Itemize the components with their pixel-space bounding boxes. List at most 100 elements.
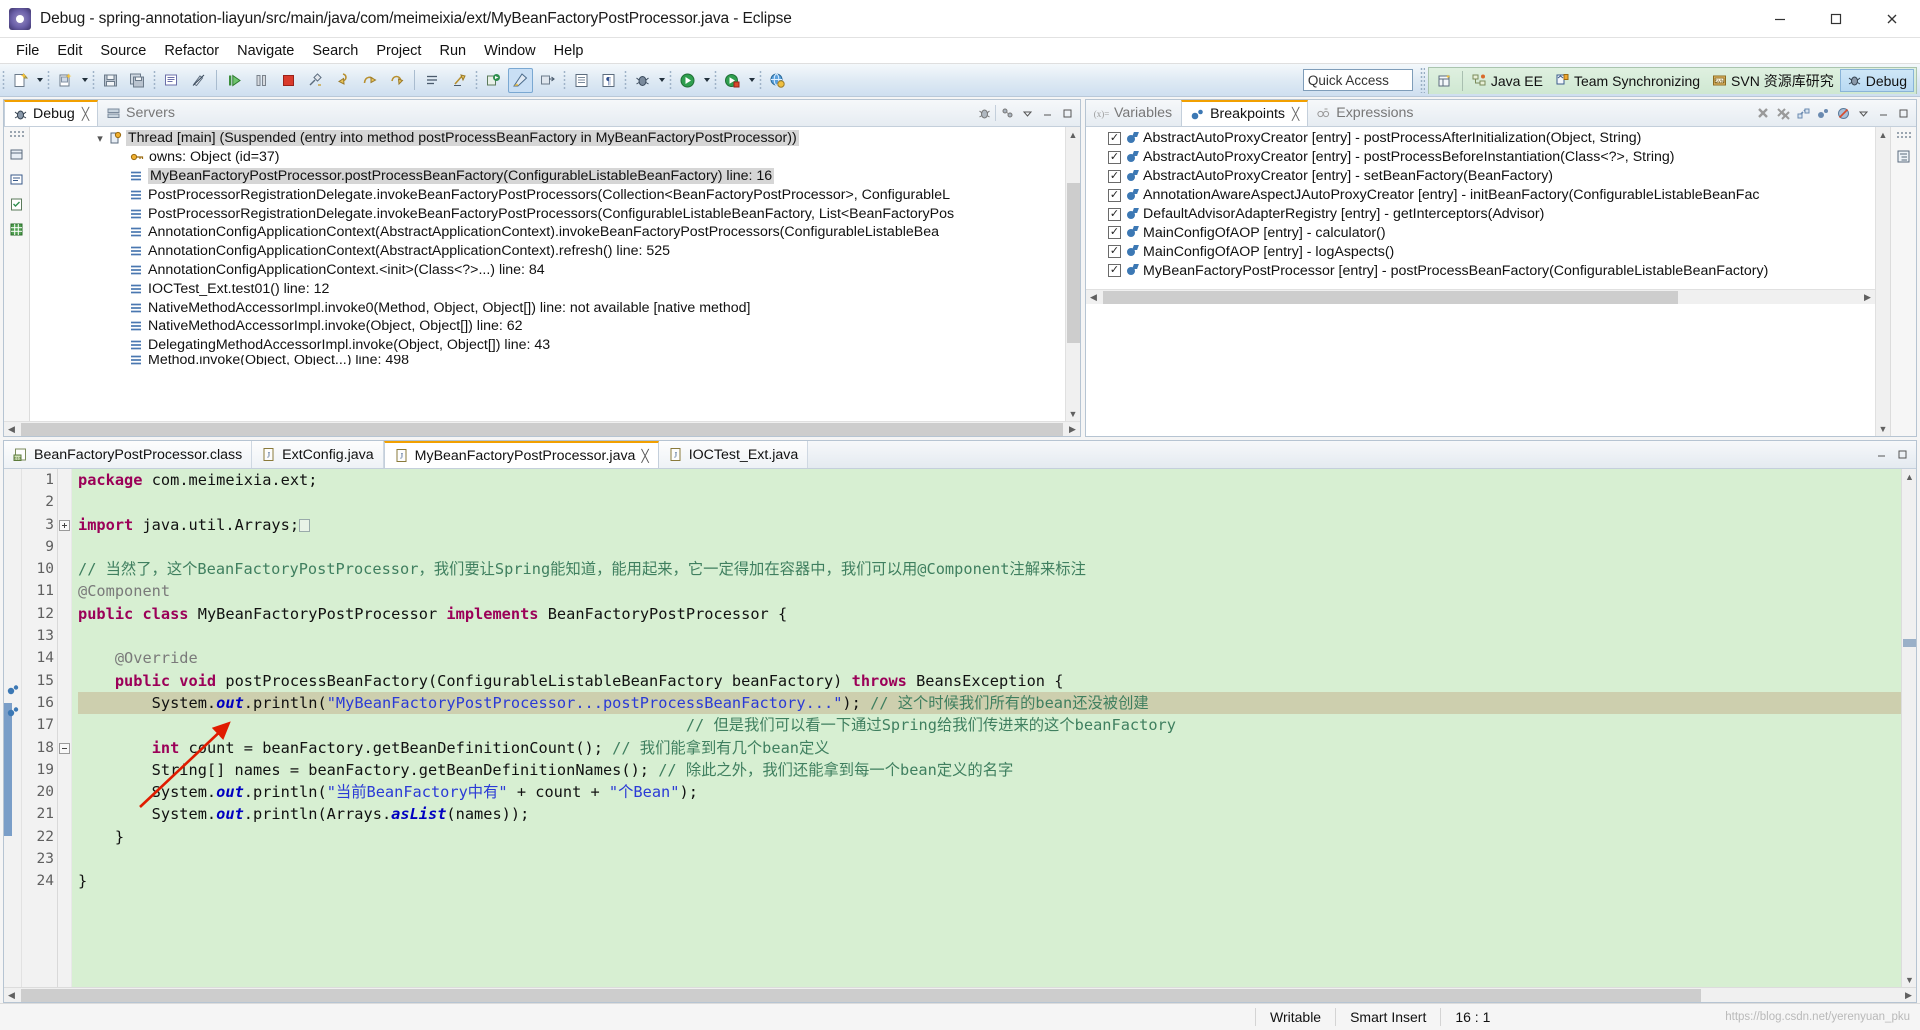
print-icon[interactable] — [159, 68, 184, 93]
editor-maximize-icon[interactable] — [1893, 445, 1911, 465]
close-button[interactable] — [1864, 0, 1920, 37]
scroll-right-arrow-icon[interactable]: ▶ — [1860, 290, 1875, 305]
stack-frame-row[interactable]: DelegatingMethodAccessorImpl.invoke(Obje… — [30, 336, 1065, 355]
breakpoint-row[interactable]: ✓ MainConfigOfAOP [entry] - calculator() — [1086, 223, 1875, 242]
rail-tasks-icon[interactable] — [7, 194, 27, 214]
stack-frame-row[interactable]: Method.invoke(Object, Object...) line: 4… — [30, 355, 1065, 365]
breakpoints-list[interactable]: ✓ AbstractAutoProxyCreator [entry] - pos… — [1086, 127, 1875, 436]
editor-tab-ioctest-ext-java[interactable]: J IOCTest_Ext.java — [658, 441, 809, 468]
menu-edit[interactable]: Edit — [48, 40, 91, 62]
stack-frame-row[interactable]: IOCTest_Ext.test01() line: 12 — [30, 279, 1065, 298]
stack-frame-row[interactable]: PostProcessorRegistrationDelegate.invoke… — [30, 204, 1065, 223]
editor-horizontal-scrollbar[interactable]: ◀ ▶ — [4, 987, 1916, 1002]
scroll-down-arrow-icon[interactable]: ▼ — [1902, 972, 1917, 987]
perspective-drag-handle[interactable] — [1419, 67, 1425, 93]
scroll-thumb[interactable] — [1103, 291, 1678, 304]
scroll-thumb[interactable] — [21, 423, 1063, 436]
breakpoints-view-maximize-icon[interactable] — [1894, 103, 1912, 123]
stack-frame-row[interactable]: PostProcessorRegistrationDelegate.invoke… — [30, 185, 1065, 204]
editor-folding-ruler[interactable] — [58, 469, 72, 987]
run-coverage-dropdown-arrow[interactable] — [746, 68, 757, 93]
remove-all-breakpoints-icon[interactable] — [1774, 103, 1792, 123]
breakpoint-group-icon[interactable] — [1814, 103, 1832, 123]
step-over-icon[interactable] — [357, 68, 382, 93]
toggle-mark-occurrences-icon[interactable] — [186, 68, 211, 93]
fold-expand-icon-line-3[interactable] — [59, 518, 70, 536]
scroll-thumb[interactable] — [21, 989, 1701, 1002]
debug-stack-tree[interactable]: ▾ Thread [main] (Suspended (entry into m… — [30, 127, 1065, 421]
code-line[interactable]: public void postProcessBeanFactory(Confi… — [78, 670, 1901, 692]
code-line-current[interactable]: System.out.println("MyBeanFactoryPostPro… — [78, 691, 1901, 715]
menu-navigate[interactable]: Navigate — [228, 40, 303, 62]
scroll-up-arrow-icon[interactable]: ▲ — [1876, 127, 1891, 142]
rail-drag-handle[interactable] — [8, 130, 25, 138]
tab-expressions[interactable]: Expressions — [1308, 100, 1422, 126]
breakpoints-view-minimize-icon[interactable] — [1874, 103, 1892, 123]
code-line[interactable] — [78, 848, 1901, 870]
editor-code-area[interactable]: package com.meimeixia.ext; import java.u… — [72, 469, 1901, 987]
perspective-team-synchronizing[interactable]: Team Synchronizing — [1549, 69, 1706, 92]
breakpoint-checkbox[interactable]: ✓ — [1108, 207, 1121, 221]
editor-tab-extconfig-java[interactable]: J ExtConfig.java — [252, 441, 384, 468]
external-tools-icon[interactable] — [535, 68, 560, 93]
debug-view-minimize-icon[interactable] — [1038, 103, 1056, 123]
breakpoint-row[interactable]: ✓ MainConfigOfAOP [entry] - logAspects() — [1086, 242, 1875, 261]
breakpoint-checkbox[interactable]: ✓ — [1108, 264, 1121, 278]
code-line[interactable]: @Component — [78, 580, 1901, 602]
rail-debug-view-icon[interactable] — [7, 144, 27, 164]
run-green-icon[interactable] — [675, 68, 700, 93]
breakpoints-view-menu-icon[interactable] — [1854, 103, 1872, 123]
breakpoint-row[interactable]: ✓ AnnotationAwareAspectJAutoProxyCreator… — [1086, 186, 1875, 205]
debug-view-menu-icon[interactable] — [1018, 103, 1036, 123]
toolbar-drag-handle[interactable] — [2, 70, 5, 90]
debug-view-maximize-icon[interactable] — [1058, 103, 1076, 123]
code-line[interactable]: // 但是我们可以看一下通过Spring给我们传进来的这个beanFactory — [78, 714, 1901, 736]
stack-frame-row[interactable]: NativeMethodAccessorImpl.invoke(Object, … — [30, 317, 1065, 336]
tab-breakpoints-close-icon[interactable]: ╳ — [1292, 107, 1299, 121]
debug-owns-node[interactable]: owns: Object (id=37) — [30, 148, 1065, 167]
scroll-up-arrow-icon[interactable]: ▲ — [1902, 469, 1917, 484]
scroll-right-arrow-icon[interactable]: ▶ — [1901, 988, 1916, 1003]
scroll-left-arrow-icon[interactable]: ◀ — [4, 422, 19, 437]
scroll-left-arrow-icon[interactable]: ◀ — [1086, 290, 1101, 305]
rail-outline-icon[interactable] — [1894, 146, 1914, 166]
breakpoints-horizontal-scrollbar[interactable]: ◀ ▶ — [1086, 289, 1875, 304]
scroll-right-arrow-icon[interactable]: ▶ — [1065, 422, 1080, 437]
scroll-up-arrow-icon[interactable]: ▲ — [1066, 127, 1081, 142]
save-all-icon[interactable] — [125, 68, 150, 93]
breakpoint-row[interactable]: ✓ AbstractAutoProxyCreator [entry] - pos… — [1086, 148, 1875, 167]
code-line[interactable]: // 当然了，这个BeanFactoryPostProcessor，我们要让Sp… — [78, 558, 1901, 580]
link-with-debug-view-icon[interactable] — [1794, 103, 1812, 123]
debug-view-horizontal-scrollbar[interactable]: ◀ ▶ — [4, 421, 1080, 436]
chevron-down-icon[interactable]: ▾ — [92, 132, 108, 145]
pilcrow-icon[interactable]: ¶ — [596, 68, 621, 93]
debug-dropdown-arrow[interactable] — [656, 68, 667, 93]
new-wizard-dropdown-arrow[interactable] — [34, 68, 45, 93]
breakpoint-checkbox[interactable]: ✓ — [1108, 245, 1121, 259]
suspend-icon[interactable] — [249, 68, 274, 93]
tab-debug[interactable]: Debug ╳ — [4, 100, 99, 126]
debug-view-vertical-scrollbar[interactable]: ▲ ▼ — [1065, 127, 1080, 421]
search-globe-icon[interactable] — [765, 68, 790, 93]
debug-thread-node[interactable]: ▾ Thread [main] (Suspended (entry into m… — [30, 129, 1065, 148]
breakpoint-row[interactable]: ✓ MyBeanFactoryPostProcessor [entry] - p… — [1086, 261, 1875, 280]
fold-collapse-icon-line-14[interactable] — [59, 741, 70, 759]
menu-source[interactable]: Source — [91, 40, 155, 62]
debug-last-launched-icon[interactable] — [481, 68, 506, 93]
editor-marker-ruler[interactable] — [4, 469, 22, 987]
menu-help[interactable]: Help — [545, 40, 593, 62]
scroll-down-arrow-icon[interactable]: ▼ — [1066, 406, 1081, 421]
editor-minimize-icon[interactable] — [1872, 445, 1890, 465]
scroll-down-arrow-icon[interactable]: ▼ — [1876, 421, 1891, 436]
collapsed-imports-placeholder[interactable] — [299, 518, 311, 532]
breakpoints-vertical-scrollbar[interactable]: ▲ ▼ — [1875, 127, 1890, 436]
stack-frame-row[interactable]: AnnotationConfigApplicationContext.<init… — [30, 261, 1065, 280]
right-rail-drag-handle[interactable] — [1895, 131, 1912, 139]
code-line[interactable] — [78, 491, 1901, 513]
code-line[interactable]: } — [78, 870, 1901, 892]
menu-project[interactable]: Project — [367, 40, 430, 62]
tab-variables[interactable]: (x)= Variables — [1086, 100, 1181, 126]
terminate-icon[interactable] — [276, 68, 301, 93]
editor-tab-beanfactorypostprocessor-class[interactable]: 010 BeanFactoryPostProcessor.class — [4, 441, 253, 468]
open-task-icon[interactable] — [569, 68, 594, 93]
